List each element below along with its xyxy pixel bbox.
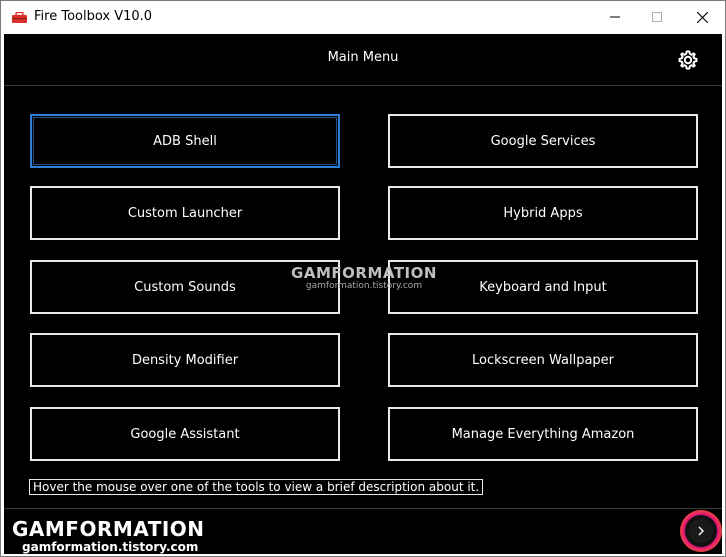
title-bar[interactable]: Fire Toolbox V10.0 [1,1,725,33]
settings-button[interactable] [676,48,700,72]
adb-shell-button[interactable]: ADB Shell [30,114,340,168]
watermark-corner-brand: GAMFORMATION [12,517,205,541]
google-services-label: Google Services [490,133,596,149]
hybrid-apps-button[interactable]: Hybrid Apps [388,186,698,240]
next-page-button[interactable] [680,510,722,552]
close-icon [696,11,708,23]
manage-everything-amazon-label: Manage Everything Amazon [451,426,635,442]
hybrid-apps-label: Hybrid Apps [503,205,583,221]
density-modifier-button[interactable]: Density Modifier [30,333,340,387]
density-modifier-label: Density Modifier [131,352,239,368]
footer-divider [4,508,722,509]
toolbox-icon [11,11,28,23]
chevron-right-icon [698,526,704,536]
menu-header: Main Menu [4,34,722,86]
adb-shell-label: ADB Shell [153,133,217,149]
minimize-icon [610,16,620,18]
keyboard-and-input-button[interactable]: Keyboard and Input [388,260,698,314]
google-services-button[interactable]: Google Services [388,114,698,168]
lockscreen-wallpaper-label: Lockscreen Wallpaper [471,352,615,368]
custom-sounds-button[interactable]: Custom Sounds [30,260,340,314]
description-hint: Hover the mouse over one of the tools to… [29,479,484,495]
app-window: Fire Toolbox V10.0 Main Menu ADB Shell G… [0,0,726,557]
next-button-inner [689,519,713,543]
keyboard-and-input-label: Keyboard and Input [479,279,607,295]
google-assistant-label: Google Assistant [130,426,240,442]
google-assistant-button[interactable]: Google Assistant [30,407,340,461]
maximize-button[interactable] [634,1,680,33]
custom-launcher-button[interactable]: Custom Launcher [30,186,340,240]
watermark-corner: GAMFORMATION gamformation.tistory.com [12,518,205,554]
custom-sounds-label: Custom Sounds [134,279,236,295]
minimize-button[interactable] [592,1,638,33]
manage-everything-amazon-button[interactable]: Manage Everything Amazon [388,407,698,461]
custom-launcher-label: Custom Launcher [127,205,243,221]
lockscreen-wallpaper-button[interactable]: Lockscreen Wallpaper [388,333,698,387]
maximize-icon [652,12,662,22]
page-title: Main Menu [327,50,399,65]
window-title: Fire Toolbox V10.0 [34,9,153,24]
main-panel: Main Menu ADB Shell Google Services Cust… [4,34,722,554]
watermark-corner-site: gamformation.tistory.com [22,540,199,554]
close-button[interactable] [679,1,725,33]
gear-icon [678,50,698,70]
